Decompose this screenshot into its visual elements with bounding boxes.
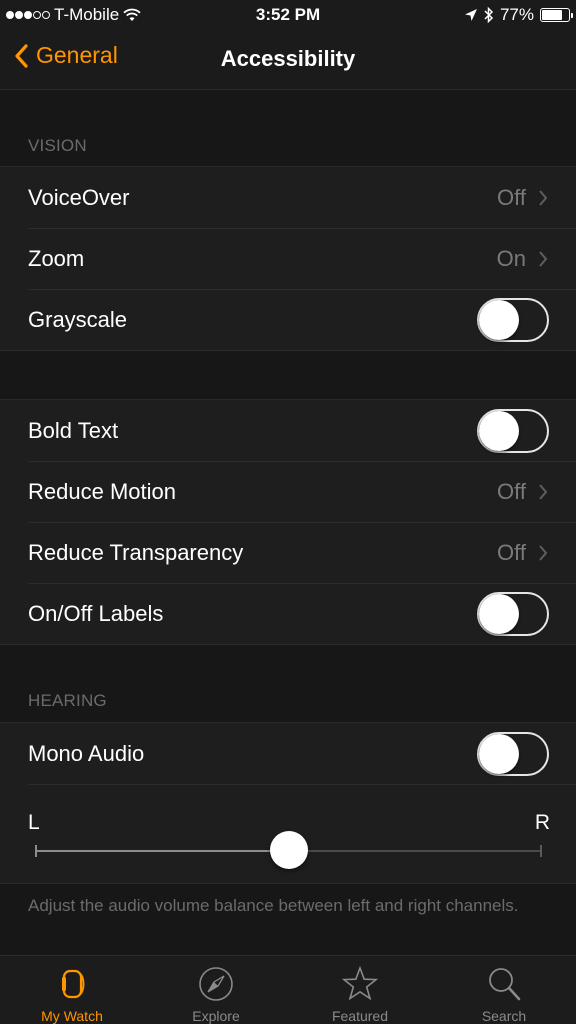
- row-mono-audio: Mono Audio: [0, 723, 576, 784]
- chevron-right-icon: [539, 250, 548, 267]
- row-value: Off: [497, 184, 526, 210]
- slider-tick-right: [540, 845, 542, 857]
- toggle-knob: [479, 299, 519, 340]
- balance-right-label: R: [534, 811, 550, 834]
- hearing-group: Mono Audio L R: [0, 722, 576, 884]
- toggle-knob: [479, 733, 519, 774]
- slider-tick-left: [35, 845, 37, 857]
- row-reduce-motion[interactable]: Reduce Motion Off: [0, 461, 576, 522]
- status-bar: T-Mobile 3:52 PM 77%: [0, 0, 576, 30]
- slider-track-filled: [35, 850, 289, 852]
- tab-label: Featured: [331, 1008, 389, 1024]
- row-label: Reduce Motion: [28, 478, 176, 504]
- row-label: On/Off Labels: [28, 600, 164, 626]
- bluetooth-icon: [484, 6, 494, 24]
- tab-label: My Watch: [41, 1008, 103, 1024]
- battery-percent: 77%: [499, 5, 534, 24]
- settings-content: VISION VoiceOver Off Zoom On Grayscale B…: [0, 90, 576, 960]
- balance-footer-text: Adjust the audio volume balance between …: [28, 896, 519, 915]
- tab-label: Search: [481, 1008, 527, 1024]
- toggle-knob: [479, 593, 519, 634]
- mono-audio-toggle[interactable]: [477, 731, 549, 776]
- tab-label: Explore: [192, 1008, 240, 1024]
- battery-icon: [540, 8, 573, 22]
- tab-explore[interactable]: Explore: [144, 956, 288, 1024]
- row-label: Mono Audio: [28, 740, 145, 766]
- row-voiceover[interactable]: VoiceOver Off: [0, 167, 576, 228]
- row-value: Off: [497, 539, 526, 565]
- balance-slider-row: L R: [0, 784, 576, 883]
- row-grayscale: Grayscale: [0, 289, 576, 350]
- row-label: Reduce Transparency: [28, 539, 244, 565]
- on-off-labels-toggle[interactable]: [477, 591, 549, 636]
- navigation-bar: General Accessibility: [0, 30, 576, 90]
- row-label: Bold Text: [28, 417, 119, 443]
- compass-icon: [199, 967, 233, 1001]
- row-zoom[interactable]: Zoom On: [0, 228, 576, 289]
- row-label: Grayscale: [28, 306, 128, 332]
- display-group: Bold Text Reduce Motion Off Reduce Trans…: [0, 399, 576, 645]
- section-header-vision: VISION: [28, 136, 87, 155]
- slider-thumb[interactable]: [269, 831, 308, 869]
- row-on-off-labels: On/Off Labels: [0, 583, 576, 644]
- row-label: Zoom: [28, 245, 85, 271]
- tab-search[interactable]: Search: [432, 956, 576, 1024]
- tab-bar: My Watch Explore Featured Search: [0, 955, 576, 1024]
- watch-icon: [62, 969, 85, 999]
- row-label: VoiceOver: [28, 184, 130, 210]
- toggle-knob: [479, 410, 519, 451]
- row-reduce-transparency[interactable]: Reduce Transparency Off: [0, 522, 576, 583]
- location-arrow-icon: [464, 9, 477, 21]
- status-right: 77%: [464, 5, 573, 25]
- grayscale-toggle[interactable]: [477, 297, 549, 342]
- row-bold-text: Bold Text: [0, 400, 576, 461]
- section-header-hearing: HEARING: [28, 691, 107, 710]
- balance-left-label: L: [28, 811, 40, 834]
- tab-featured[interactable]: Featured: [288, 956, 432, 1024]
- chevron-right-icon: [539, 189, 548, 206]
- vision-group: VoiceOver Off Zoom On Grayscale: [0, 166, 576, 351]
- battery-fill: [542, 10, 563, 20]
- balance-slider[interactable]: [35, 831, 542, 869]
- bold-text-toggle[interactable]: [477, 408, 549, 453]
- page-title: Accessibility: [220, 46, 356, 71]
- row-value: Off: [497, 478, 526, 504]
- tab-my-watch[interactable]: My Watch: [0, 956, 144, 1024]
- chevron-right-icon: [539, 544, 548, 561]
- chevron-right-icon: [539, 483, 548, 500]
- star-icon: [341, 965, 379, 1001]
- row-value: On: [496, 245, 526, 271]
- search-icon: [489, 968, 521, 1001]
